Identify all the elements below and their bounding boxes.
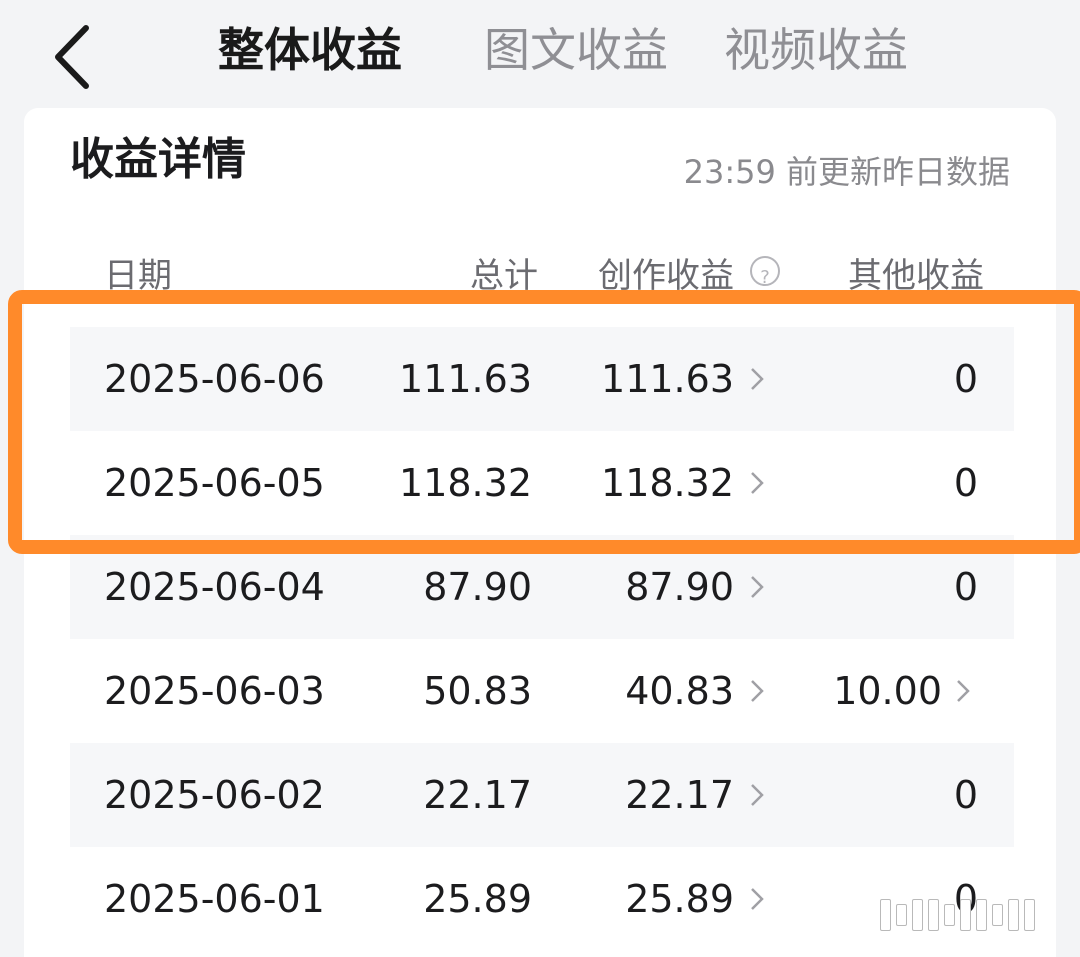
back-chevron-icon[interactable] — [48, 22, 96, 92]
table-row: 2025-06-06 111.63 111.63 0 — [70, 327, 1014, 431]
tab-video-earnings[interactable]: 视频收益 — [724, 20, 908, 80]
watermark-bar — [1008, 899, 1019, 931]
chevron-right-icon[interactable] — [750, 887, 764, 911]
column-header-date: 日期 — [104, 256, 172, 296]
row-date: 2025-06-01 — [104, 877, 325, 921]
column-header-other: 其他收益 — [848, 256, 984, 296]
watermark-bar — [1024, 899, 1035, 931]
table-row: 2025-06-01 25.89 25.89 0 — [70, 847, 1014, 951]
row-other-earnings: 0 — [953, 565, 978, 609]
watermark-bar — [928, 899, 939, 931]
column-header-creation: 创作收益 — [598, 256, 734, 296]
row-creation-earnings[interactable]: 87.90 — [625, 535, 734, 639]
row-other-earnings: 0 — [953, 773, 978, 817]
row-creation-earnings[interactable]: 111.63 — [601, 327, 734, 431]
table-row: 2025-06-02 22.17 22.17 0 — [70, 743, 1014, 847]
column-header-total: 总计 — [470, 256, 538, 296]
row-total: 118.32 — [399, 461, 532, 505]
watermark-bar — [976, 899, 987, 931]
update-note: 23:59 前更新昨日数据 — [683, 153, 1010, 191]
chevron-right-icon[interactable] — [750, 783, 764, 807]
table-row: 2025-06-04 87.90 87.90 0 — [70, 535, 1014, 639]
watermark-bar — [896, 904, 907, 926]
row-total: 87.90 — [423, 565, 532, 609]
chevron-right-icon[interactable] — [956, 679, 970, 703]
chevron-right-icon[interactable] — [750, 679, 764, 703]
row-total: 22.17 — [423, 773, 532, 817]
watermark-bar — [912, 899, 923, 931]
chevron-right-icon[interactable] — [750, 575, 764, 599]
row-total: 50.83 — [423, 669, 532, 713]
row-creation-earnings[interactable]: 25.89 — [625, 847, 734, 951]
table-row: 2025-06-05 118.32 118.32 0 — [70, 431, 1014, 535]
row-creation-earnings[interactable]: 118.32 — [601, 431, 734, 535]
table-header: 日期 总计 创作收益 ? 其他收益 — [70, 256, 1014, 296]
watermark-bar — [944, 904, 955, 926]
chevron-right-icon[interactable] — [750, 471, 764, 495]
row-date: 2025-06-02 — [104, 773, 325, 817]
watermark-logo — [880, 895, 1050, 935]
row-total: 25.89 — [423, 877, 532, 921]
watermark-bar — [960, 899, 971, 931]
row-total: 111.63 — [399, 357, 532, 401]
row-date: 2025-06-03 — [104, 669, 325, 713]
row-other-earnings: 0 — [953, 357, 978, 401]
top-bar: 整体收益 图文收益 视频收益 — [0, 0, 1080, 100]
watermark-bar — [992, 904, 1003, 926]
row-date: 2025-06-05 — [104, 461, 325, 505]
row-date: 2025-06-04 — [104, 565, 325, 609]
card-title: 收益详情 — [70, 134, 246, 185]
row-creation-earnings[interactable]: 40.83 — [625, 639, 734, 743]
tab-article-earnings[interactable]: 图文收益 — [484, 20, 668, 80]
chevron-right-icon[interactable] — [750, 367, 764, 391]
help-question-icon[interactable]: ? — [750, 256, 780, 288]
table-row: 2025-06-03 50.83 40.83 10.00 — [70, 639, 1014, 743]
row-other-earnings[interactable]: 10.00 — [833, 639, 942, 743]
watermark-bar — [880, 899, 891, 931]
row-date: 2025-06-06 — [104, 357, 325, 401]
row-other-earnings: 0 — [953, 461, 978, 505]
tab-overall-earnings[interactable]: 整体收益 — [218, 20, 402, 80]
row-creation-earnings[interactable]: 22.17 — [625, 743, 734, 847]
